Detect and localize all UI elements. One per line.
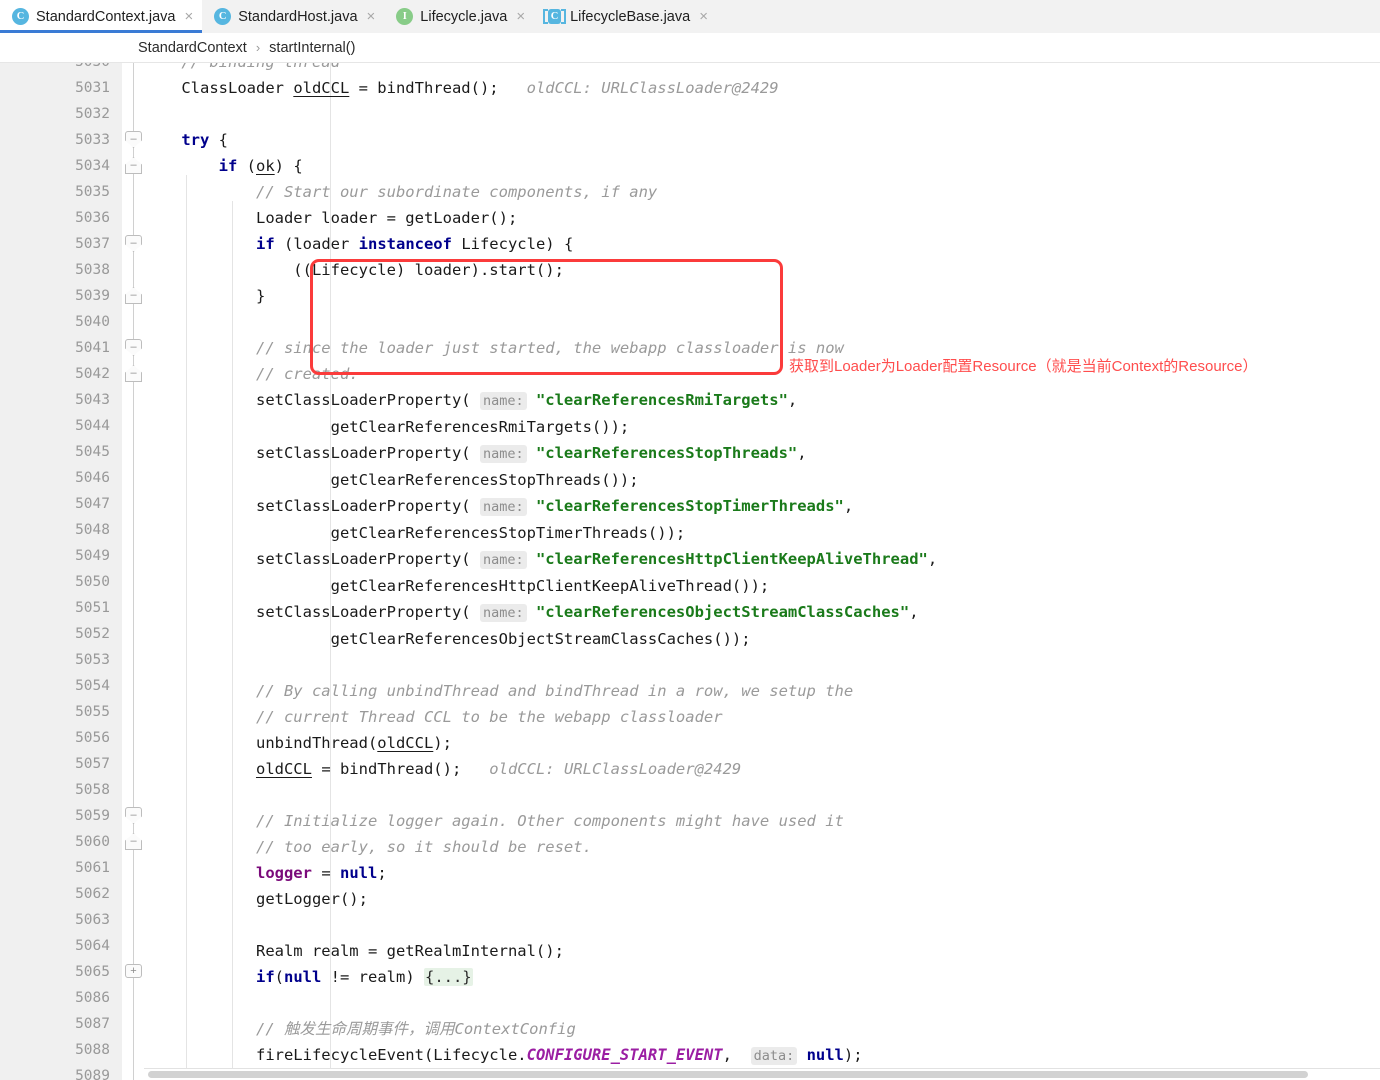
line-number: 5049 (75, 548, 110, 564)
line-number: 5063 (75, 912, 110, 928)
line-number: 5089 (75, 1068, 110, 1080)
annotation-note-text: 获取到Loader为Loader配置Resource（就是当前Context的R… (789, 358, 1258, 375)
line-number: 5061 (75, 860, 110, 876)
horizontal-scrollbar[interactable] (144, 1069, 1380, 1080)
line-number: 5034 (75, 158, 110, 174)
line-number: 5043 (75, 392, 110, 408)
line-number: 5032 (75, 106, 110, 122)
line-number: 5059 (75, 808, 110, 824)
line-number: 5047 (75, 496, 110, 512)
line-number: 5056 (75, 730, 110, 746)
collapse-fold-icon[interactable]: – (125, 235, 142, 252)
line-number: 5040 (75, 314, 110, 330)
breadcrumb: StandardContext › startInternal() (0, 33, 1380, 63)
line-number: 5087 (75, 1016, 110, 1032)
scrollbar-thumb[interactable] (148, 1071, 1308, 1078)
fold-guide-line (133, 63, 134, 1080)
close-icon[interactable]: × (184, 9, 193, 24)
line-number: 5030 (75, 63, 110, 75)
line-number: 5062 (75, 886, 110, 902)
close-icon[interactable]: × (699, 9, 708, 24)
collapse-fold-icon[interactable]: – (125, 131, 142, 148)
line-number: 5045 (75, 444, 110, 460)
source-code[interactable]: // binding thread ClassLoader oldCCL = b… (144, 63, 937, 1069)
collapse-fold-icon[interactable]: – (125, 157, 142, 174)
interface-icon: I (396, 8, 414, 25)
line-number: 5060 (75, 834, 110, 850)
code-text-area[interactable]: // binding thread ClassLoader oldCCL = b… (144, 63, 1380, 1080)
line-number: 5058 (75, 782, 110, 798)
line-number: 5052 (75, 626, 110, 642)
line-number: 5046 (75, 470, 110, 486)
tab-lifecyclebase-java[interactable]: C LifecycleBase.java × (534, 0, 717, 33)
breadcrumb-class[interactable]: StandardContext (138, 40, 247, 56)
line-number: 5031 (75, 80, 110, 96)
editor-tab-bar: C StandardContext.java × C StandardHost.… (0, 0, 1380, 34)
line-number-gutter: 5030 5031 5032 5033 5034 5035 5036 5037 5038 5039… (0, 63, 123, 1080)
tab-label: StandardHost.java (238, 8, 358, 25)
line-numbers: 5030 5031 5032 5033 5034 5035 5036 5037 5038 5039… (75, 63, 110, 1080)
tab-label: Lifecycle.java (420, 8, 508, 25)
line-number: 5038 (75, 262, 110, 278)
collapse-fold-icon[interactable]: – (125, 807, 142, 824)
code-editor: 5030 5031 5032 5033 5034 5035 5036 5037 5038 5039… (0, 63, 1380, 1080)
abstract-class-icon: C (543, 9, 567, 24)
tab-standardhost-java[interactable]: C StandardHost.java × (202, 0, 385, 33)
line-number: 5055 (75, 704, 110, 720)
line-number: 5037 (75, 236, 110, 252)
line-number: 5048 (75, 522, 110, 538)
tab-label: LifecycleBase.java (570, 8, 691, 25)
tab-standardcontext-java[interactable]: C StandardContext.java × (0, 0, 203, 33)
collapse-fold-icon[interactable]: – (125, 833, 142, 850)
close-icon[interactable]: × (516, 9, 525, 24)
line-number: 5036 (75, 210, 110, 226)
collapse-fold-icon[interactable]: – (125, 365, 142, 382)
line-number: 5044 (75, 418, 110, 434)
close-icon[interactable]: × (367, 9, 376, 24)
line-number: 5086 (75, 990, 110, 1006)
line-number: 5065 (75, 964, 110, 980)
class-icon: C (214, 8, 232, 25)
line-number: 5041 (75, 340, 110, 356)
line-number: 5053 (75, 652, 110, 668)
line-number: 5033 (75, 132, 110, 148)
line-number: 5051 (75, 600, 110, 616)
line-number: 5039 (75, 288, 110, 304)
tab-label: StandardContext.java (36, 8, 176, 25)
line-number: 5057 (75, 756, 110, 772)
collapse-fold-icon[interactable]: – (125, 287, 142, 304)
line-number: 5088 (75, 1042, 110, 1058)
chevron-right-icon: › (255, 40, 261, 55)
line-number: 5050 (75, 574, 110, 590)
expand-fold-icon[interactable]: + (125, 964, 142, 978)
class-icon: C (12, 8, 29, 25)
code-fold-gutter: – – – – – – – – + (122, 63, 144, 1080)
line-number: 5054 (75, 678, 110, 694)
line-number: 5064 (75, 938, 110, 954)
line-number: 5042 (75, 366, 110, 382)
breadcrumb-method[interactable]: startInternal() (269, 40, 355, 56)
idea-editor-window: C StandardContext.java × C StandardHost.… (0, 0, 1380, 1080)
tab-lifecycle-java[interactable]: I Lifecycle.java × (384, 0, 535, 33)
collapse-fold-icon[interactable]: – (125, 339, 142, 356)
line-number: 5035 (75, 184, 110, 200)
